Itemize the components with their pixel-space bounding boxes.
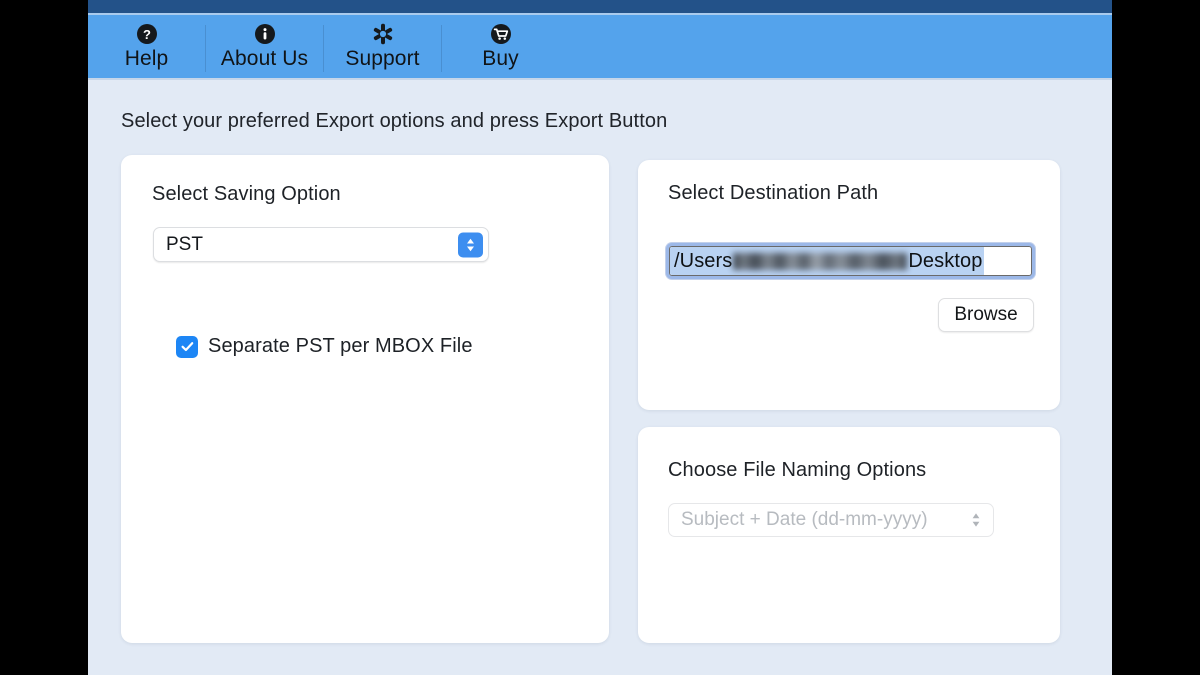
checkmark-icon [180,339,195,354]
separate-pst-checkbox-label: Separate PST per MBOX File [208,335,473,358]
toolbar-divider [441,25,442,72]
redacted-path-segment [733,253,907,270]
path-suffix-text: Desktop [908,250,982,273]
info-circle-icon [254,23,276,45]
browse-button[interactable]: Browse [938,298,1034,332]
instruction-text: Select your preferred Export options and… [121,110,667,133]
toolbar-item-about-us[interactable]: About Us [206,15,323,78]
separate-pst-checkbox-row[interactable]: Separate PST per MBOX File [176,335,473,358]
toolbar-item-buy[interactable]: Buy [442,15,559,78]
saving-option-title: Select Saving Option [152,183,341,206]
path-prefix-text: /Users [674,250,732,273]
main-toolbar: ? Help About Us [88,15,1112,78]
toolbar-item-help[interactable]: ? Help [88,15,205,78]
window-title-bar [88,0,1112,13]
chevron-updown-icon [969,508,983,532]
file-naming-value: Subject + Date (dd-mm-yyyy) [681,509,928,531]
file-naming-select[interactable]: Subject + Date (dd-mm-yyyy) [668,503,994,537]
toolbar-item-label: About Us [221,46,308,72]
gear-icon [372,23,394,45]
help-circle-icon: ? [136,23,158,45]
chevron-updown-icon [458,232,483,257]
destination-path-input[interactable]: /Users Desktop [666,243,1035,279]
toolbar-divider [205,25,206,72]
svg-text:?: ? [143,27,151,42]
toolbar-item-support[interactable]: Support [324,15,441,78]
path-selected-text: /Users Desktop [670,247,984,275]
toolbar-divider [323,25,324,72]
application-window: ? Help About Us [88,0,1112,675]
shopping-cart-icon [490,23,512,45]
content-area: Select your preferred Export options and… [88,80,1112,675]
destination-path-panel: Select Destination Path /Users Desktop Br… [638,160,1060,410]
saving-format-select[interactable]: PST [153,227,489,262]
saving-format-value: PST [154,234,203,256]
separate-pst-checkbox[interactable] [176,336,198,358]
toolbar-items: ? Help About Us [88,15,559,78]
toolbar-item-label: Buy [482,46,519,72]
toolbar-item-label: Support [345,46,419,72]
saving-option-panel: Select Saving Option PST Separate PST pe… [121,155,609,643]
destination-path-title: Select Destination Path [668,182,878,205]
toolbar-item-label: Help [125,46,169,72]
file-naming-title: Choose File Naming Options [668,459,926,482]
file-naming-panel: Choose File Naming Options Subject + Dat… [638,427,1060,643]
